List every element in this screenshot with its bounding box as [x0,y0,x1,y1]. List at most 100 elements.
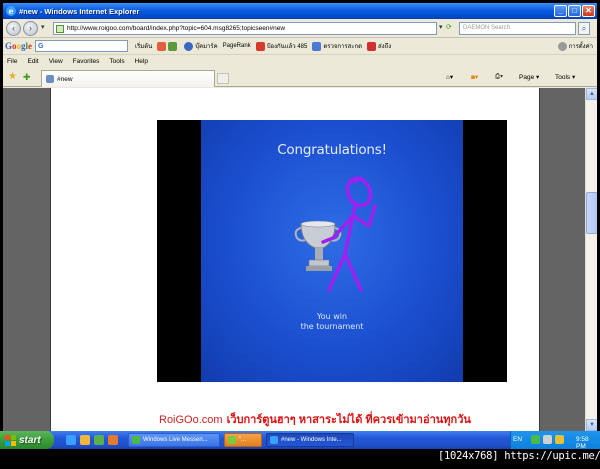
tools-menu-label: Tools [555,73,571,81]
address-bar[interactable]: http://www.roigoo.com/board/index.php?to… [53,22,437,35]
star-icon [184,41,194,51]
title-bar[interactable]: e #new - Windows Internet Explorer _ □ ✕ [3,3,597,19]
task-ie[interactable]: #new - Windows Inte... [266,433,354,447]
spellcheck-label: ตรวจการสะกด [323,44,363,50]
flash-video-player[interactable]: Congratulations! You win the tournament [157,120,507,382]
address-url[interactable]: http://www.roigoo.com/board/index.php?to… [67,25,285,32]
image-caption: [1024x768] https://upic.me/ [438,450,600,462]
add-favorite-icon[interactable]: ✚ [23,72,31,82]
pagerank-button[interactable]: PageRank [223,43,251,49]
subtitle-line-1: You win [316,312,348,321]
tray-network-icon[interactable] [555,435,564,444]
screenshot-frame: e #new - Windows Internet Explorer _ □ ✕… [0,0,600,469]
settings-label: การตั้งค่า [568,44,593,50]
ie-logo-icon: e [6,6,16,16]
menu-file[interactable]: File [7,58,17,65]
quicklaunch-ie-icon[interactable] [66,435,76,445]
system-tray: EN 9:58 PM [510,431,600,450]
popup-blocker-label: ป้องกันแล้ว 485 [266,44,308,50]
puzzle-icon [168,41,178,51]
site-tagline: RoiGOo.com เว็บการ์ตูนฮาๆ หาสาระไม่ได้ ที… [159,410,471,428]
spellcheck-button[interactable]: ตรวจการสะกด [312,41,362,51]
bookmark-label: บุ๊คมาร์ค [195,44,218,50]
search-input[interactable]: DAEMON Search [459,22,576,35]
search-icon[interactable]: ⌕ [578,22,590,35]
windows-logo-icon [5,434,16,446]
trophy-stick-figure [294,176,377,292]
scroll-up-icon[interactable]: ▲ [586,88,597,100]
task-flashing[interactable]: "... [224,433,262,447]
print-icon[interactable]: ⎙▾ [495,73,503,81]
google-start-button[interactable]: เริ่มต้น [135,41,152,51]
popup-blocker-button[interactable]: ป้องกันแล้ว 485 [255,41,308,51]
messenger-icon [132,436,140,444]
window-controls: _ □ ✕ [554,5,595,17]
scroll-down-icon[interactable]: ▼ [586,419,597,431]
spellcheck-icon [312,41,322,51]
tab-row: ★ ✚ #new ⌂▾ ◙▾ ⎙▾ Page ▾ Tools ▾ [3,68,597,87]
google-badge: G [38,42,44,50]
video-subtitle: You win the tournament [201,312,463,332]
menu-tools[interactable]: Tools [109,58,124,65]
history-dropdown-icon[interactable]: ▾ [41,23,45,31]
menu-favorites[interactable]: Favorites [73,58,100,65]
google-tools-button[interactable] [157,41,179,51]
back-button[interactable]: ‹ [6,21,21,36]
clock[interactable]: 9:58 PM [576,436,600,450]
page-viewport: Congratulations! You win the tournament … [3,88,585,431]
task-flashing-label: "... [239,437,247,443]
tab-label: #new [57,75,73,83]
settings-icon [557,41,567,51]
forward-button[interactable]: › [23,21,38,36]
vertical-scrollbar[interactable]: ▲ ▼ [585,88,597,431]
google-search-input[interactable]: G [35,40,129,52]
quicklaunch-desktop-icon[interactable] [94,435,104,445]
menu-bar: File Edit View Favorites Tools Help [3,55,597,68]
google-logo: Google [5,41,33,51]
close-button[interactable]: ✕ [582,5,595,17]
page-icon [56,24,64,33]
scroll-thumb[interactable] [586,192,597,234]
google-settings-button[interactable]: การตั้งค่า [557,41,593,51]
maximize-button[interactable]: □ [568,5,581,17]
google-start-label: เริ่มต้น [135,44,153,50]
tools-menu-button[interactable]: Tools ▾ [555,73,575,82]
feeds-icon[interactable]: ◙▾ [471,73,478,81]
send-label: ส่งถึง [378,44,392,50]
taskbar: start Windows Live Messen... "... #new -… [0,431,600,450]
subtitle-line-2: the tournament [300,322,364,331]
tab-new[interactable]: #new [41,70,215,87]
home-icon[interactable]: ⌂▾ [446,73,453,81]
tab-page-icon [46,75,54,83]
new-tab-button[interactable] [217,73,229,84]
blocker-icon [255,41,265,51]
address-row: ‹ › ▾ http://www.roigoo.com/board/index.… [3,19,597,38]
chat-icon [228,436,236,444]
task-ie-label: #new - Windows Inte... [281,437,342,443]
trophy-icon [294,220,342,271]
tray-messenger-icon[interactable] [531,435,540,444]
menu-view[interactable]: View [49,58,63,65]
browser-window: e #new - Windows Internet Explorer _ □ ✕… [3,3,597,431]
address-dropdown-icon[interactable]: ▾ [439,23,443,31]
start-label: start [19,434,41,446]
forum-page: Congratulations! You win the tournament … [50,88,540,431]
favorites-star-icon[interactable]: ★ [8,72,17,82]
send-to-button[interactable]: ส่งถึง [367,41,391,51]
quicklaunch-media-icon[interactable] [108,435,118,445]
video-frame: Congratulations! You win the tournament [201,120,463,382]
quicklaunch-messenger-icon[interactable] [80,435,90,445]
brand-name[interactable]: RoiGOo.com [159,414,223,426]
start-button[interactable]: start [0,431,54,449]
task-messenger-label: Windows Live Messen... [143,437,208,443]
google-toolbar: Google G เริ่มต้น บุ๊คมาร์ค PageRank ป้อ… [3,38,597,55]
minimize-button[interactable]: _ [554,5,567,17]
menu-help[interactable]: Help [135,58,148,65]
tray-volume-icon[interactable] [543,435,552,444]
refresh-icon[interactable]: ⟳ [446,23,452,31]
page-menu-button[interactable]: Page ▾ [519,73,539,82]
task-messenger[interactable]: Windows Live Messen... [128,433,220,447]
language-indicator[interactable]: EN [513,436,522,443]
menu-edit[interactable]: Edit [27,58,38,65]
bookmark-button[interactable]: บุ๊คมาร์ค [184,41,218,51]
